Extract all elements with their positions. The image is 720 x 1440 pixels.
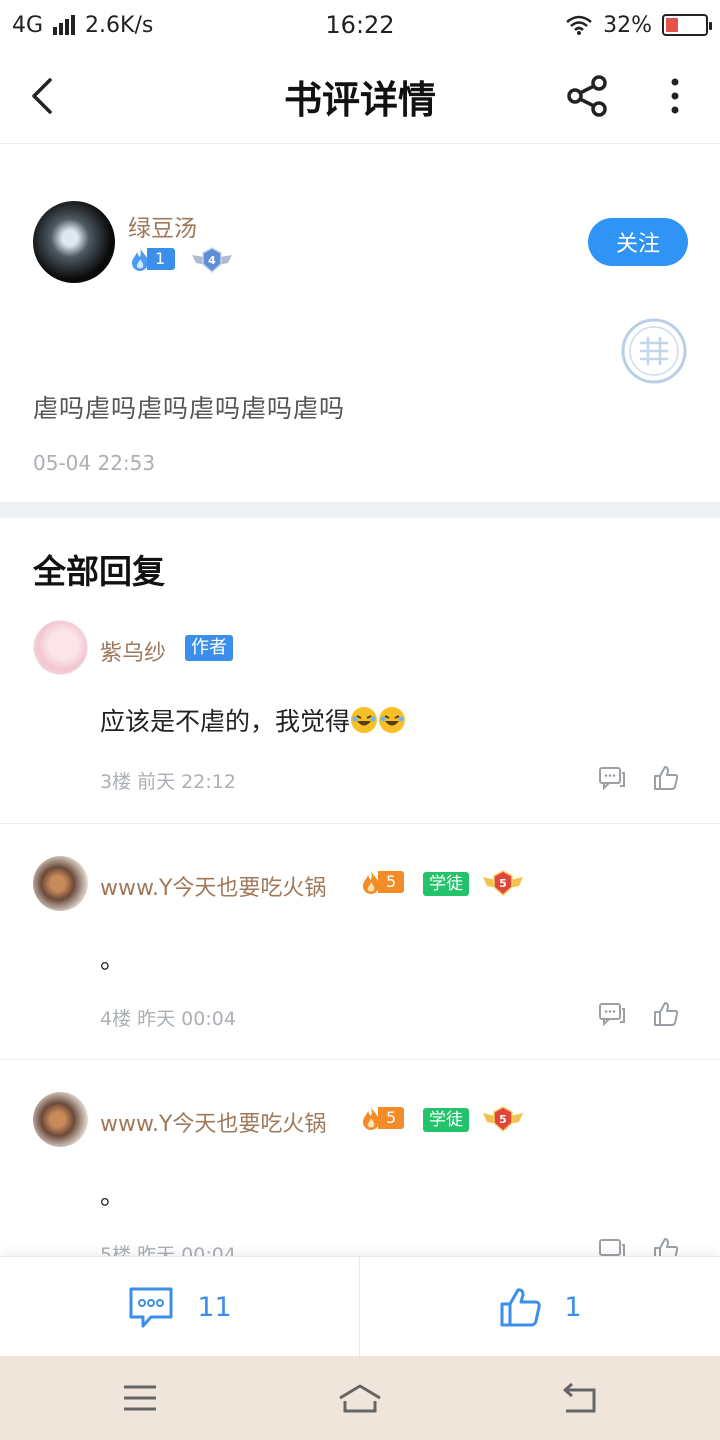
reviewer-name[interactable]: 绿豆汤 xyxy=(128,209,197,243)
reply-text: 应该是不虐的，我觉得 xyxy=(100,702,406,738)
menu-icon[interactable] xyxy=(116,1378,164,1418)
share-icon[interactable] xyxy=(566,74,610,118)
review-time: 05-04 22:53 xyxy=(33,451,156,475)
reply-item: 紫乌纱 作者 应该是不虐的，我觉得 3楼 前天 22:12 xyxy=(0,600,720,824)
level-medal-icon: 5 xyxy=(483,1106,523,1133)
follow-button[interactable]: 关注 xyxy=(588,218,688,266)
level-medal-icon: 5 xyxy=(483,870,523,897)
reply-avatar[interactable] xyxy=(33,620,88,675)
replies-heading: 全部回复 xyxy=(33,552,165,591)
title-bar: 书评详情 xyxy=(0,50,720,144)
fire-level-badge: 5 xyxy=(358,1104,405,1132)
rank-tag: 学徒 xyxy=(423,872,469,896)
reply-like-icon[interactable] xyxy=(652,764,680,792)
home-icon[interactable] xyxy=(336,1378,384,1418)
fire-level-number: 1 xyxy=(147,248,176,270)
comment-bubble-icon xyxy=(129,1287,173,1328)
reply-meta: 4楼 昨天 00:04 xyxy=(100,1008,236,1030)
section-divider xyxy=(0,502,720,518)
reply-comment-icon[interactable] xyxy=(598,1000,626,1028)
reply-text: 。 xyxy=(100,1181,126,1210)
reply-text-content: 应该是不虐的，我觉得 xyxy=(100,707,351,736)
bottom-action-bar: 11 1 xyxy=(0,1256,720,1357)
level-medal-icon: 4 xyxy=(192,247,232,274)
battery-icon xyxy=(662,14,712,36)
comment-button[interactable]: 11 xyxy=(0,1257,360,1357)
review-card: 绿豆汤 1 4 关注 虐吗虐吗虐吗虐吗虐吗虐吗 05-04 22:53 xyxy=(0,145,720,502)
fire-level-badge: 5 xyxy=(358,868,405,896)
reply-username[interactable]: www.Y今天也要吃火锅 xyxy=(100,870,326,902)
reply-comment-icon[interactable] xyxy=(598,1236,626,1256)
more-options-icon[interactable] xyxy=(660,74,690,118)
author-tag: 作者 xyxy=(185,635,233,661)
medal-level-number: 5 xyxy=(499,1113,507,1126)
reply-like-icon[interactable] xyxy=(652,1236,680,1256)
back-arrow-icon[interactable] xyxy=(24,76,64,116)
back-nav-icon[interactable] xyxy=(556,1378,604,1418)
reply-text: 。 xyxy=(100,945,126,974)
medal-level-number: 4 xyxy=(208,254,216,267)
reply-item: www.Y今天也要吃火锅 5 学徒 5 。 5楼 昨天 00:04 xyxy=(0,1060,720,1256)
author-stamp-icon xyxy=(621,318,687,384)
like-count: 1 xyxy=(564,1291,582,1323)
comment-count: 11 xyxy=(197,1291,232,1323)
like-button[interactable]: 1 xyxy=(360,1257,720,1357)
reply-item: www.Y今天也要吃火锅 5 学徒 5 。 4楼 昨天 00:04 xyxy=(0,824,720,1060)
reply-username[interactable]: www.Y今天也要吃火锅 xyxy=(100,1106,326,1138)
thumbs-up-icon xyxy=(500,1288,542,1327)
laughing-emoji-icon xyxy=(351,707,378,733)
reviewer-avatar[interactable] xyxy=(33,201,115,283)
clock: 16:22 xyxy=(325,11,395,39)
page-title: 书评详情 xyxy=(283,77,436,122)
laughing-emoji-icon xyxy=(379,707,406,733)
reply-comment-icon[interactable] xyxy=(598,764,626,792)
reply-like-icon[interactable] xyxy=(652,1000,680,1028)
status-bar: 4G 2.6K/s 16:22 32% xyxy=(0,0,720,50)
reply-avatar[interactable] xyxy=(33,856,88,911)
fire-level-number: 5 xyxy=(378,1107,405,1129)
reply-username[interactable]: 紫乌纱 xyxy=(100,635,166,667)
fire-level-badge: 1 xyxy=(127,246,176,272)
rank-tag: 学徒 xyxy=(423,1108,469,1132)
fire-level-number: 5 xyxy=(378,871,405,893)
reply-meta: 3楼 前天 22:12 xyxy=(100,771,236,793)
system-nav-bar xyxy=(0,1356,720,1440)
review-content: 虐吗虐吗虐吗虐吗虐吗虐吗 xyxy=(33,394,346,423)
reply-avatar[interactable] xyxy=(33,1092,88,1147)
medal-level-number: 5 xyxy=(499,877,507,890)
reply-meta: 5楼 昨天 00:04 xyxy=(100,1244,236,1256)
